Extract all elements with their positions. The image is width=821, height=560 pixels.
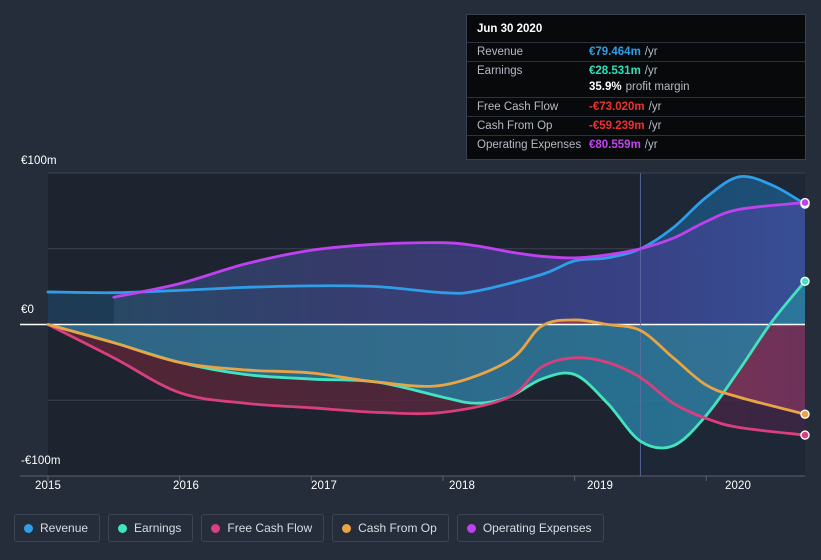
tooltip-key-earnings: Earnings [477, 65, 523, 77]
legend-item-cash-from-op[interactable]: Cash From Op [332, 514, 449, 542]
tooltip-value-profit-margin: 35.9% [589, 81, 622, 93]
legend-item-free-cash-flow[interactable]: Free Cash Flow [201, 514, 325, 542]
tooltip-key-revenue: Revenue [477, 46, 524, 58]
tooltip-unit-operating-expenses: /yr [644, 139, 658, 151]
tooltip-unit-earnings: /yr [644, 65, 658, 77]
tooltip-row-profit-margin: 35.9% profit margin [467, 80, 805, 97]
x-axis-ticks [47, 476, 707, 481]
data-tooltip: Jun 30 2020 Revenue €79.464m /yr Earning… [466, 14, 806, 160]
tooltip-key-free-cash-flow: Free Cash Flow [477, 101, 559, 113]
tooltip-value-cash-from-op: -€59.239m [589, 120, 645, 132]
endpoint-marker-operating-expenses [800, 197, 810, 208]
legend-dot-free-cash-flow-icon [211, 523, 221, 533]
legend-dot-operating-expenses-icon [466, 523, 476, 533]
tooltip-row-operating-expenses: Operating Expenses €80.559m /yr [467, 135, 805, 154]
legend-label-revenue: Revenue [40, 521, 89, 535]
tooltip-row-cash-from-op: Cash From Op -€59.239m /yr [467, 116, 805, 135]
tooltip-key-cash-from-op: Cash From Op [477, 120, 553, 132]
tooltip-unit-cash-from-op: /yr [648, 120, 662, 132]
tooltip-row-revenue: Revenue €79.464m /yr [467, 42, 805, 61]
legend-item-earnings[interactable]: Earnings [108, 514, 194, 542]
tooltip-unit-free-cash-flow: /yr [648, 101, 662, 113]
endpoint-marker-earnings [800, 276, 810, 287]
tooltip-key-operating-expenses: Operating Expenses [477, 139, 582, 151]
legend-dot-revenue-icon [24, 523, 33, 533]
legend-dot-earnings-icon [118, 523, 128, 533]
tooltip-value-operating-expenses: €80.559m [589, 139, 641, 151]
tooltip-row-free-cash-flow: Free Cash Flow -€73.020m /yr [467, 97, 805, 116]
financial-performance-chart: €100m €0 -€100m 2015 2016 2017 2018 2019… [0, 0, 821, 560]
endpoint-marker-cash-from-op [800, 409, 810, 419]
tooltip-unit-profit-margin: profit margin [625, 81, 690, 93]
tooltip-value-earnings: €28.531m [589, 65, 641, 77]
legend-dot-cash-from-op-icon [342, 523, 352, 533]
legend-label-earnings: Earnings [134, 521, 182, 535]
legend-label-cash-from-op: Cash From Op [358, 521, 437, 535]
legend-label-free-cash-flow: Free Cash Flow [227, 521, 313, 535]
tooltip-unit-revenue: /yr [644, 46, 658, 58]
legend-label-operating-expenses: Operating Expenses [482, 521, 592, 535]
endpoint-marker-free-cash-flow [800, 430, 810, 440]
tooltip-row-earnings: Earnings €28.531m /yr [467, 61, 805, 80]
tooltip-value-free-cash-flow: -€73.020m [589, 101, 645, 113]
tooltip-date: Jun 30 2020 [477, 23, 543, 35]
legend-item-revenue[interactable]: Revenue [14, 514, 101, 542]
legend-item-operating-expenses[interactable]: Operating Expenses [456, 514, 604, 542]
tooltip-value-revenue: €79.464m [589, 46, 641, 58]
chart-legend: Revenue Earnings Free Cash Flow Cash Fro… [14, 514, 604, 542]
